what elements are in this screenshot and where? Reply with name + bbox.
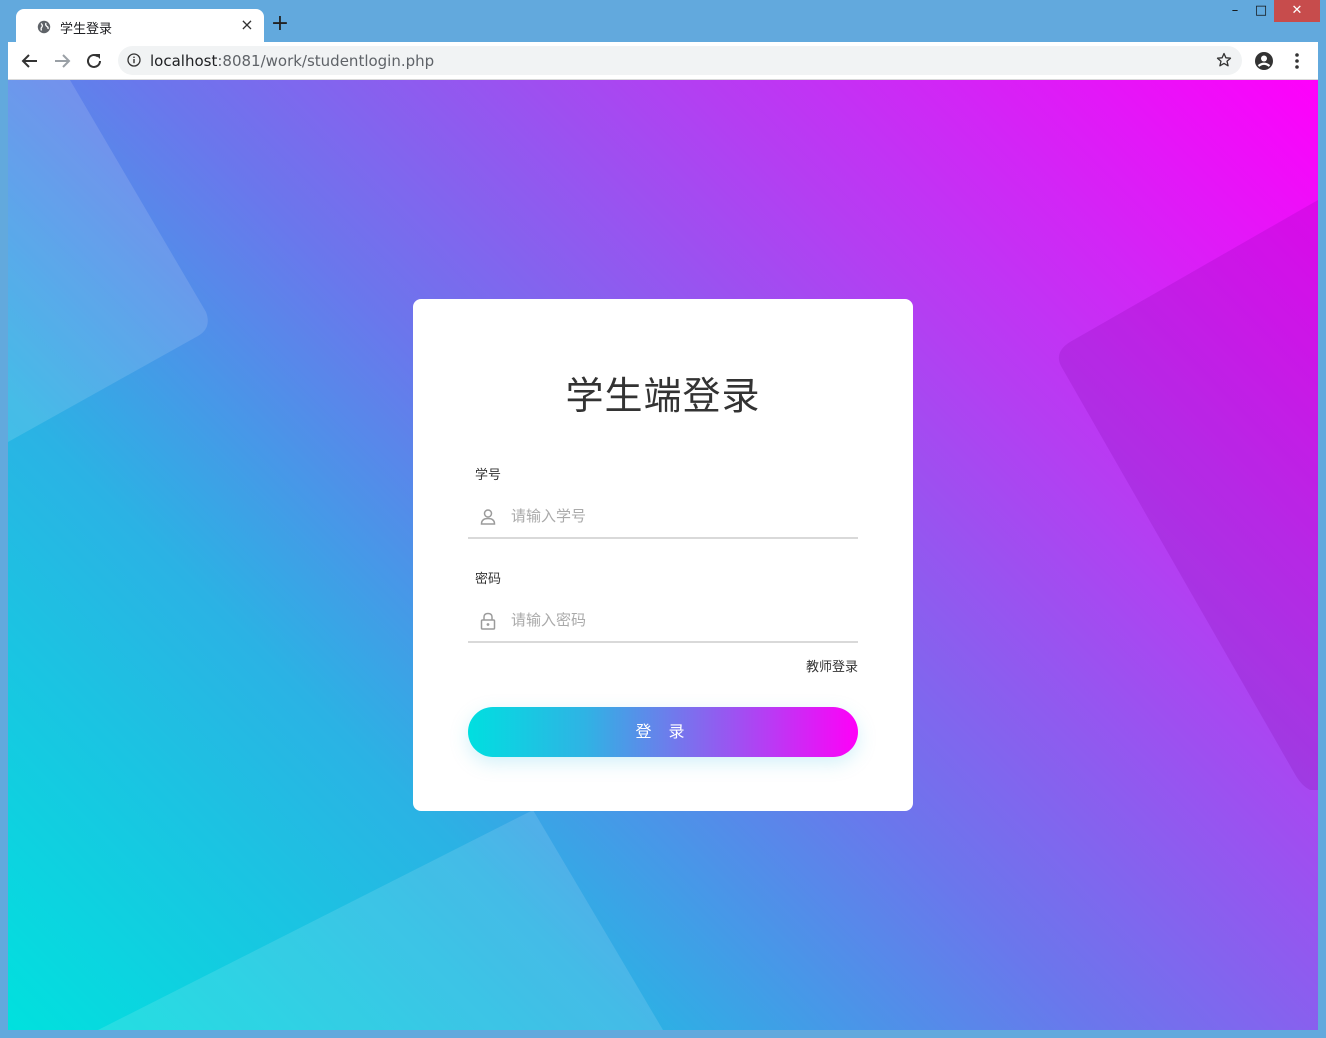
globe-icon — [37, 20, 51, 34]
close-window-button[interactable]: ✕ — [1274, 0, 1320, 22]
arrow-left-icon[interactable] — [19, 50, 41, 72]
maximize-button[interactable]: □ — [1246, 0, 1276, 22]
arrow-right-icon[interactable] — [51, 50, 73, 72]
page-title: 学生端登录 — [565, 374, 761, 418]
tab-title: 学生登录 — [60, 22, 113, 37]
password-label: 密码 — [475, 572, 502, 587]
url-path: :8081/work/studentlogin.php — [217, 52, 435, 70]
lock-icon — [480, 612, 496, 630]
account-circle-icon[interactable] — [1253, 50, 1275, 72]
url-host: localhost — [150, 52, 218, 70]
user-icon — [480, 509, 496, 525]
browser-tab[interactable]: 学生登录 × — [16, 9, 264, 42]
login-button[interactable]: 登 录 — [468, 707, 858, 757]
password-field — [468, 601, 858, 643]
new-tab-button[interactable]: + — [270, 13, 290, 35]
browser-window: 学生登录 × + – □ ✕ localhost:8081/work/stude… — [0, 0, 1326, 1038]
login-card: 学生端登录 学号 密码 教师登录 登 录 — [413, 299, 913, 811]
address-bar[interactable]: localhost:8081/work/studentlogin.php — [118, 46, 1242, 75]
kebab-menu-icon[interactable] — [1286, 50, 1308, 72]
tab-strip: 学生登录 × + — [8, 0, 1318, 42]
password-input[interactable] — [511, 607, 841, 633]
browser-toolbar: localhost:8081/work/studentlogin.php — [8, 42, 1318, 80]
star-icon[interactable] — [1216, 52, 1232, 68]
teacher-login-link[interactable]: 教师登录 — [806, 656, 858, 675]
info-icon[interactable] — [127, 53, 141, 67]
reload-icon[interactable] — [83, 50, 105, 72]
url-text: localhost:8081/work/studentlogin.php — [150, 52, 434, 70]
student-id-input[interactable] — [511, 503, 841, 529]
page-content: 学生端登录 学号 密码 教师登录 登 录 — [8, 80, 1318, 1030]
student-id-label: 学号 — [475, 468, 502, 483]
student-id-field — [468, 497, 858, 539]
tab-close-icon[interactable]: × — [238, 16, 256, 34]
